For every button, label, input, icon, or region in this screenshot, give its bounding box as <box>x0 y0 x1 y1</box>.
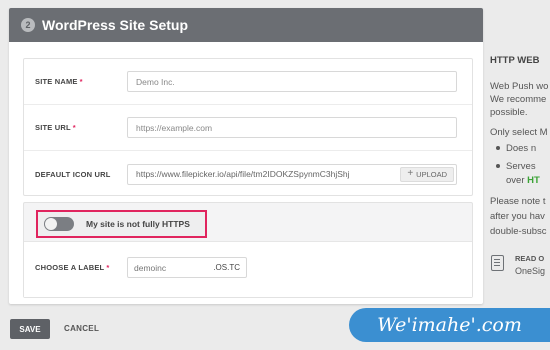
icon-url-value: https://www.filepicker.io/api/file/tm2ID… <box>136 169 350 179</box>
step-badge: 2 <box>21 18 35 32</box>
sidebar-bullet-1: Does n <box>496 142 536 155</box>
choose-label-input[interactable]: demoinc .OS.TC <box>127 257 247 278</box>
site-name-label: SITE NAME * <box>35 77 83 86</box>
plus-icon: + <box>407 168 414 179</box>
sidebar-bullet-2-cont: over HT <box>506 175 540 186</box>
icon-url-input[interactable]: https://www.filepicker.io/api/file/tm2ID… <box>127 163 457 185</box>
sidebar-read-link[interactable]: OneSig <box>515 265 545 278</box>
site-name-row: SITE NAME * Demo Inc. <box>24 59 472 105</box>
site-name-input[interactable]: Demo Inc. <box>127 71 457 92</box>
label-suffix: .OS.TC <box>213 263 240 272</box>
https-toggle-highlight: My site is not fully HTTPS <box>36 210 207 238</box>
upload-button[interactable]: + UPLOAD <box>400 166 454 182</box>
sidebar-para3-line2: after you hav <box>490 211 545 222</box>
upload-label: UPLOAD <box>416 169 447 179</box>
site-url-input[interactable]: https://example.com <box>127 117 457 138</box>
sidebar-read-label: READ O <box>515 254 545 263</box>
toggle-knob <box>45 218 57 230</box>
help-sidebar: HTTP WEB Web Push wo We recomme possible… <box>490 50 550 290</box>
sidebar-title: HTTP WEB <box>490 55 540 66</box>
choose-label-label: CHOOSE A LABEL * <box>35 263 110 272</box>
save-button[interactable]: SAVE <box>10 319 50 339</box>
bullet-icon <box>496 146 500 151</box>
sidebar-para1-line2: We recomme <box>490 94 547 105</box>
panel-title: WordPress Site Setup <box>42 17 189 33</box>
panel-header: 2 WordPress Site Setup <box>9 8 483 42</box>
sidebar-para3-line1: Please note t <box>490 196 546 207</box>
watermark-text: We'imahe'.com <box>377 314 522 336</box>
https-toggle-label: My site is not fully HTTPS <box>86 219 190 229</box>
setup-panel: 2 WordPress Site Setup SITE NAME * Demo I… <box>9 8 483 304</box>
bullet-icon <box>496 164 500 169</box>
document-icon <box>491 255 504 271</box>
sidebar-para3-line3: double-subsc <box>490 226 547 237</box>
icon-url-label: DEFAULT ICON URL <box>35 169 111 179</box>
sidebar-only-select: Only select M <box>490 127 548 138</box>
site-url-label: SITE URL * <box>35 123 76 132</box>
choose-label-row: CHOOSE A LABEL * demoinc .OS.TC <box>24 241 472 297</box>
site-fields-group: SITE NAME * Demo Inc. SITE URL * https://e… <box>23 58 473 196</box>
watermark: We'imahe'.com <box>349 308 550 342</box>
sidebar-para1-line3: possible. <box>490 107 528 118</box>
icon-url-row: DEFAULT ICON URL https://www.filepicker.… <box>24 151 472 197</box>
sidebar-para1-line1: Web Push wo <box>490 81 549 92</box>
site-url-row: SITE URL * https://example.com <box>24 105 472 151</box>
cancel-button[interactable]: CANCEL <box>64 324 99 333</box>
sidebar-bullet-2: Serves <box>496 160 536 173</box>
https-section: My site is not fully HTTPS CHOOSE A LABE… <box>23 202 473 298</box>
https-toggle-switch[interactable] <box>44 217 74 231</box>
label-value: demoinc <box>134 262 167 273</box>
